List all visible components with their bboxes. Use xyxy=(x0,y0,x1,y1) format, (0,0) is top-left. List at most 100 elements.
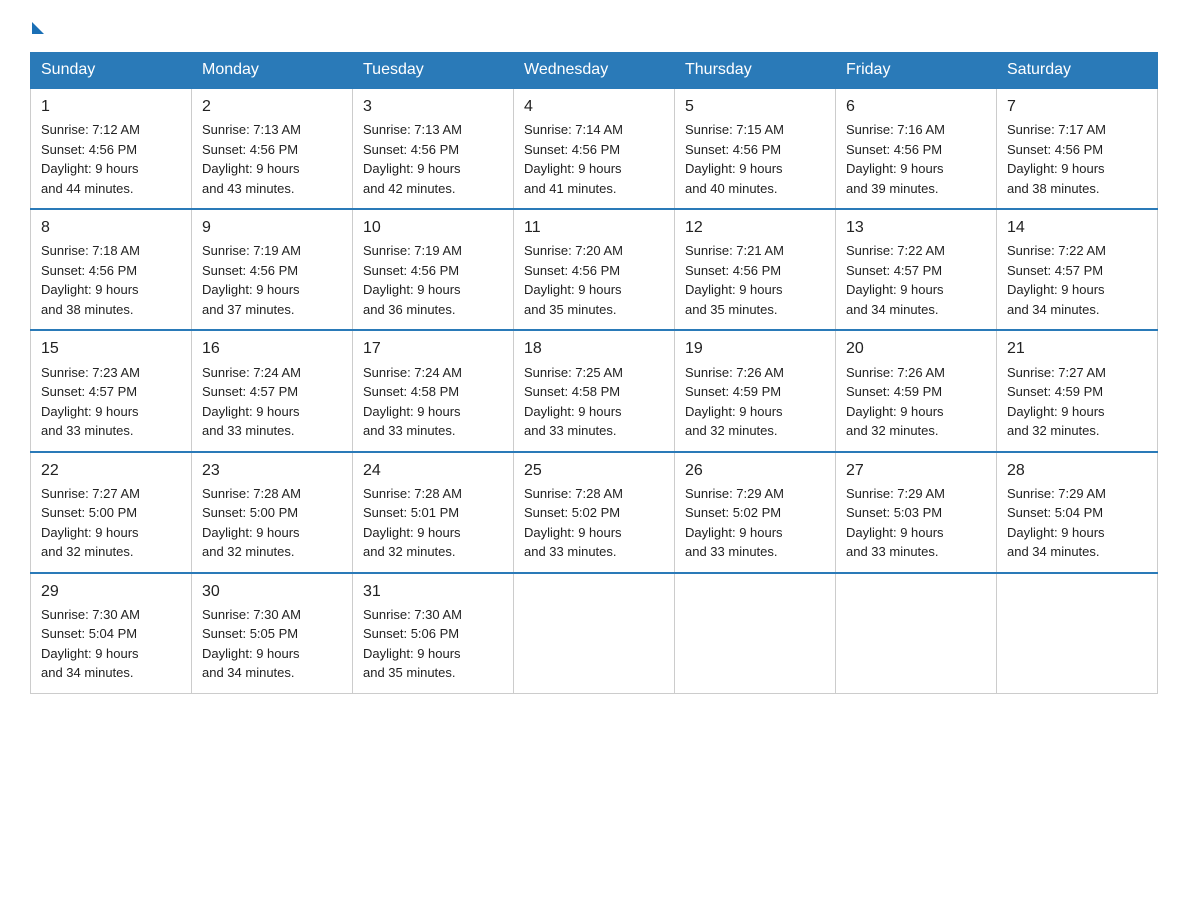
calendar-cell xyxy=(997,573,1158,694)
day-info: Sunrise: 7:18 AMSunset: 4:56 PMDaylight:… xyxy=(41,241,181,319)
day-info: Sunrise: 7:24 AMSunset: 4:58 PMDaylight:… xyxy=(363,363,503,441)
day-number: 31 xyxy=(363,580,503,603)
calendar-cell: 4Sunrise: 7:14 AMSunset: 4:56 PMDaylight… xyxy=(514,88,675,209)
day-number: 26 xyxy=(685,459,825,482)
weekday-header-thursday: Thursday xyxy=(675,53,836,89)
calendar-cell: 30Sunrise: 7:30 AMSunset: 5:05 PMDayligh… xyxy=(192,573,353,694)
day-info: Sunrise: 7:27 AMSunset: 5:00 PMDaylight:… xyxy=(41,484,181,562)
day-info: Sunrise: 7:27 AMSunset: 4:59 PMDaylight:… xyxy=(1007,363,1147,441)
day-info: Sunrise: 7:22 AMSunset: 4:57 PMDaylight:… xyxy=(846,241,986,319)
day-info: Sunrise: 7:26 AMSunset: 4:59 PMDaylight:… xyxy=(685,363,825,441)
weekday-header-saturday: Saturday xyxy=(997,53,1158,89)
calendar-cell: 10Sunrise: 7:19 AMSunset: 4:56 PMDayligh… xyxy=(353,209,514,330)
day-number: 8 xyxy=(41,216,181,239)
calendar-cell xyxy=(836,573,997,694)
calendar-cell: 22Sunrise: 7:27 AMSunset: 5:00 PMDayligh… xyxy=(31,452,192,573)
calendar-cell xyxy=(514,573,675,694)
day-number: 28 xyxy=(1007,459,1147,482)
day-number: 14 xyxy=(1007,216,1147,239)
day-number: 6 xyxy=(846,95,986,118)
calendar-cell: 17 Sunrise: 7:24 AMSunset: 4:58 PMDayligh… xyxy=(353,330,514,451)
calendar-cell: 3Sunrise: 7:13 AMSunset: 4:56 PMDaylight… xyxy=(353,88,514,209)
calendar-cell: 20 Sunrise: 7:26 AMSunset: 4:59 PMDayligh… xyxy=(836,330,997,451)
calendar-cell: 13Sunrise: 7:22 AMSunset: 4:57 PMDayligh… xyxy=(836,209,997,330)
calendar-cell: 28Sunrise: 7:29 AMSunset: 5:04 PMDayligh… xyxy=(997,452,1158,573)
day-info: Sunrise: 7:24 AMSunset: 4:57 PMDaylight:… xyxy=(202,363,342,441)
calendar-cell: 31Sunrise: 7:30 AMSunset: 5:06 PMDayligh… xyxy=(353,573,514,694)
calendar-cell: 26Sunrise: 7:29 AMSunset: 5:02 PMDayligh… xyxy=(675,452,836,573)
day-number: 13 xyxy=(846,216,986,239)
day-number: 2 xyxy=(202,95,342,118)
calendar-week-row: 15Sunrise: 7:23 AMSunset: 4:57 PMDayligh… xyxy=(31,330,1158,451)
day-info: Sunrise: 7:23 AMSunset: 4:57 PMDaylight:… xyxy=(41,363,181,441)
calendar-cell: 1Sunrise: 7:12 AMSunset: 4:56 PMDaylight… xyxy=(31,88,192,209)
day-number: 21 xyxy=(1007,337,1147,360)
weekday-header-friday: Friday xyxy=(836,53,997,89)
day-info: Sunrise: 7:14 AMSunset: 4:56 PMDaylight:… xyxy=(524,120,664,198)
calendar-week-row: 29Sunrise: 7:30 AMSunset: 5:04 PMDayligh… xyxy=(31,573,1158,694)
calendar-cell: 12Sunrise: 7:21 AMSunset: 4:56 PMDayligh… xyxy=(675,209,836,330)
day-number: 7 xyxy=(1007,95,1147,118)
calendar-cell: 19 Sunrise: 7:26 AMSunset: 4:59 PMDayligh… xyxy=(675,330,836,451)
calendar-cell: 21 Sunrise: 7:27 AMSunset: 4:59 PMDayligh… xyxy=(997,330,1158,451)
day-number: 11 xyxy=(524,216,664,239)
day-info: Sunrise: 7:30 AMSunset: 5:06 PMDaylight:… xyxy=(363,605,503,683)
calendar-cell: 8Sunrise: 7:18 AMSunset: 4:56 PMDaylight… xyxy=(31,209,192,330)
day-number: 30 xyxy=(202,580,342,603)
day-number: 16 xyxy=(202,337,342,360)
calendar-cell: 24Sunrise: 7:28 AMSunset: 5:01 PMDayligh… xyxy=(353,452,514,573)
day-number: 24 xyxy=(363,459,503,482)
day-number: 1 xyxy=(41,95,181,118)
day-number: 25 xyxy=(524,459,664,482)
day-number: 4 xyxy=(524,95,664,118)
day-number: 29 xyxy=(41,580,181,603)
day-info: Sunrise: 7:19 AMSunset: 4:56 PMDaylight:… xyxy=(363,241,503,319)
day-info: Sunrise: 7:16 AMSunset: 4:56 PMDaylight:… xyxy=(846,120,986,198)
day-info: Sunrise: 7:29 AMSunset: 5:03 PMDaylight:… xyxy=(846,484,986,562)
day-info: Sunrise: 7:30 AMSunset: 5:05 PMDaylight:… xyxy=(202,605,342,683)
day-number: 19 xyxy=(685,337,825,360)
logo-triangle-icon xyxy=(32,22,44,34)
day-info: Sunrise: 7:22 AMSunset: 4:57 PMDaylight:… xyxy=(1007,241,1147,319)
calendar-cell: 2Sunrise: 7:13 AMSunset: 4:56 PMDaylight… xyxy=(192,88,353,209)
calendar-cell: 7Sunrise: 7:17 AMSunset: 4:56 PMDaylight… xyxy=(997,88,1158,209)
day-info: Sunrise: 7:13 AMSunset: 4:56 PMDaylight:… xyxy=(363,120,503,198)
calendar-week-row: 8Sunrise: 7:18 AMSunset: 4:56 PMDaylight… xyxy=(31,209,1158,330)
day-info: Sunrise: 7:26 AMSunset: 4:59 PMDaylight:… xyxy=(846,363,986,441)
calendar-cell: 15Sunrise: 7:23 AMSunset: 4:57 PMDayligh… xyxy=(31,330,192,451)
logo xyxy=(30,20,44,34)
day-number: 23 xyxy=(202,459,342,482)
calendar-cell: 5Sunrise: 7:15 AMSunset: 4:56 PMDaylight… xyxy=(675,88,836,209)
weekday-header-wednesday: Wednesday xyxy=(514,53,675,89)
calendar-cell: 6Sunrise: 7:16 AMSunset: 4:56 PMDaylight… xyxy=(836,88,997,209)
day-info: Sunrise: 7:13 AMSunset: 4:56 PMDaylight:… xyxy=(202,120,342,198)
calendar-cell: 16 Sunrise: 7:24 AMSunset: 4:57 PMDayligh… xyxy=(192,330,353,451)
day-number: 17 xyxy=(363,337,503,360)
day-number: 10 xyxy=(363,216,503,239)
weekday-header-tuesday: Tuesday xyxy=(353,53,514,89)
day-info: Sunrise: 7:19 AMSunset: 4:56 PMDaylight:… xyxy=(202,241,342,319)
calendar-cell: 18 Sunrise: 7:25 AMSunset: 4:58 PMDayligh… xyxy=(514,330,675,451)
calendar-week-row: 22Sunrise: 7:27 AMSunset: 5:00 PMDayligh… xyxy=(31,452,1158,573)
calendar-cell xyxy=(675,573,836,694)
day-info: Sunrise: 7:29 AMSunset: 5:02 PMDaylight:… xyxy=(685,484,825,562)
day-info: Sunrise: 7:12 AMSunset: 4:56 PMDaylight:… xyxy=(41,120,181,198)
day-info: Sunrise: 7:21 AMSunset: 4:56 PMDaylight:… xyxy=(685,241,825,319)
day-number: 22 xyxy=(41,459,181,482)
calendar-table: SundayMondayTuesdayWednesdayThursdayFrid… xyxy=(30,52,1158,694)
calendar-cell: 14Sunrise: 7:22 AMSunset: 4:57 PMDayligh… xyxy=(997,209,1158,330)
day-info: Sunrise: 7:25 AMSunset: 4:58 PMDaylight:… xyxy=(524,363,664,441)
calendar-week-row: 1Sunrise: 7:12 AMSunset: 4:56 PMDaylight… xyxy=(31,88,1158,209)
weekday-header-row: SundayMondayTuesdayWednesdayThursdayFrid… xyxy=(31,53,1158,89)
day-number: 27 xyxy=(846,459,986,482)
calendar-cell: 25Sunrise: 7:28 AMSunset: 5:02 PMDayligh… xyxy=(514,452,675,573)
day-number: 5 xyxy=(685,95,825,118)
calendar-cell: 29Sunrise: 7:30 AMSunset: 5:04 PMDayligh… xyxy=(31,573,192,694)
day-info: Sunrise: 7:20 AMSunset: 4:56 PMDaylight:… xyxy=(524,241,664,319)
day-info: Sunrise: 7:28 AMSunset: 5:00 PMDaylight:… xyxy=(202,484,342,562)
day-info: Sunrise: 7:15 AMSunset: 4:56 PMDaylight:… xyxy=(685,120,825,198)
calendar-cell: 27Sunrise: 7:29 AMSunset: 5:03 PMDayligh… xyxy=(836,452,997,573)
day-number: 12 xyxy=(685,216,825,239)
day-number: 20 xyxy=(846,337,986,360)
day-number: 18 xyxy=(524,337,664,360)
